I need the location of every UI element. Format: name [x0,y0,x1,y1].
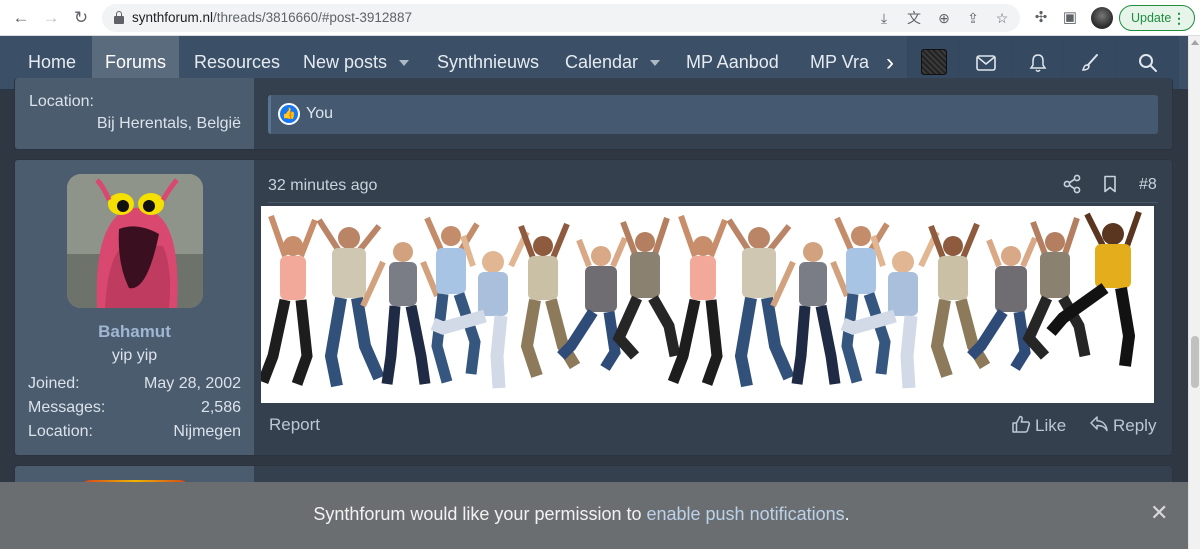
close-icon[interactable]: ✕ [1150,501,1168,525]
chevron-down-icon[interactable] [399,60,410,67]
reload-icon[interactable]: ↻ [70,7,92,29]
reactions-bar[interactable]: 👍 You [268,95,1158,134]
like-button[interactable]: Like [1011,415,1066,436]
report-link[interactable]: Report [269,415,320,435]
messages-label: Messages: [28,399,106,416]
thumbs-up-icon [1012,415,1031,433]
previous-post-main: 👍 You [254,78,1172,149]
location-value: Bij Herentals, België [96,115,241,132]
forward-icon[interactable]: → [40,7,62,29]
reactions-text[interactable]: You [306,105,333,123]
push-notice-text: Synthforum would like your permission to… [0,504,1163,525]
scrollbar[interactable] [1188,36,1200,549]
location-value: Nijmegen [173,423,241,440]
extensions-icon[interactable]: ✣ [1030,7,1052,29]
jumping-people-image [261,206,1154,403]
avatar[interactable] [67,174,203,308]
post: Bahamut yip yip Joined: May 28, 2002 Mes… [14,159,1173,456]
username-link[interactable]: Bahamut [15,322,254,342]
enable-push-link[interactable]: enable push notifications [646,504,844,524]
zoom-icon[interactable]: ⊕ [934,8,954,28]
translate-icon[interactable]: 文 [904,8,924,28]
messages-value[interactable]: 2,586 [201,399,241,417]
joined-value: May 28, 2002 [144,375,241,392]
url-domain: synthforum.nl [132,10,214,25]
previous-post: Location: Bij Herentals, België 👍 You [14,78,1173,150]
user-title: yip yip [111,347,158,364]
profile-avatar[interactable] [1091,7,1113,29]
location-label: Location: [28,423,93,440]
lock-icon [114,11,124,24]
nav-calendar-label: Calendar [565,52,639,72]
previous-post-user-column: Location: Bij Herentals, België [15,78,254,149]
post-image[interactable] [261,206,1154,403]
push-text-before: Synthforum would like your permission to [313,504,647,524]
joined-label: Joined: [28,375,80,392]
install-app-icon[interactable]: ⤓ [874,8,894,28]
push-notification-notice: Synthforum would like your permission to… [0,482,1188,549]
yip-yip-avatar-image [67,174,203,308]
url-path: /threads/3816660/#post-3912887 [213,10,412,25]
scroll-up-arrow-icon[interactable] [1191,40,1199,45]
like-reaction-icon: 👍 [278,103,300,125]
reply-label: Reply [1113,416,1157,435]
post-main: 32 minutes ago #8 Report Like Reply [254,160,1172,455]
reply-icon [1090,416,1108,432]
browser-toolbar: ← → ↻ synthforum.nl/threads/3816660/#pos… [0,0,1200,36]
share-icon[interactable] [1062,174,1082,194]
address-bar[interactable]: synthforum.nl/threads/3816660/#post-3912… [102,4,1020,32]
post-user-column: Bahamut yip yip Joined: May 28, 2002 Mes… [15,160,254,455]
back-icon[interactable]: ← [10,7,32,29]
bookmark-star-icon[interactable]: ☆ [992,8,1012,28]
envelope-icon [975,55,996,72]
chrome-menu-icon[interactable]: ⋮ [1172,6,1186,30]
paintbrush-icon [1081,54,1098,72]
url-text[interactable]: synthforum.nl/threads/3816660/#post-3912… [132,10,412,25]
search-icon [1138,54,1157,73]
user-avatar-thumb [920,49,947,75]
chevron-down-icon[interactable] [650,60,661,67]
side-panel-icon[interactable]: ▣ [1059,7,1081,29]
nav-new-posts-label: New posts [303,52,388,72]
update-label: Update [1131,11,1172,25]
scrollbar-thumb[interactable] [1191,336,1199,388]
post-timestamp[interactable]: 32 minutes ago [268,177,377,195]
push-text-after: . [844,504,850,524]
share-page-icon[interactable]: ⇪ [963,8,983,28]
like-label: Like [1035,416,1067,435]
reply-button[interactable]: Reply [1089,415,1156,436]
post-number-link[interactable]: #8 [1139,176,1157,194]
update-button[interactable]: Update ⋮ [1119,5,1195,31]
bell-icon [1029,54,1046,73]
bookmark-icon[interactable] [1101,175,1119,193]
location-label: Location: [29,93,94,110]
divider [268,202,1158,203]
